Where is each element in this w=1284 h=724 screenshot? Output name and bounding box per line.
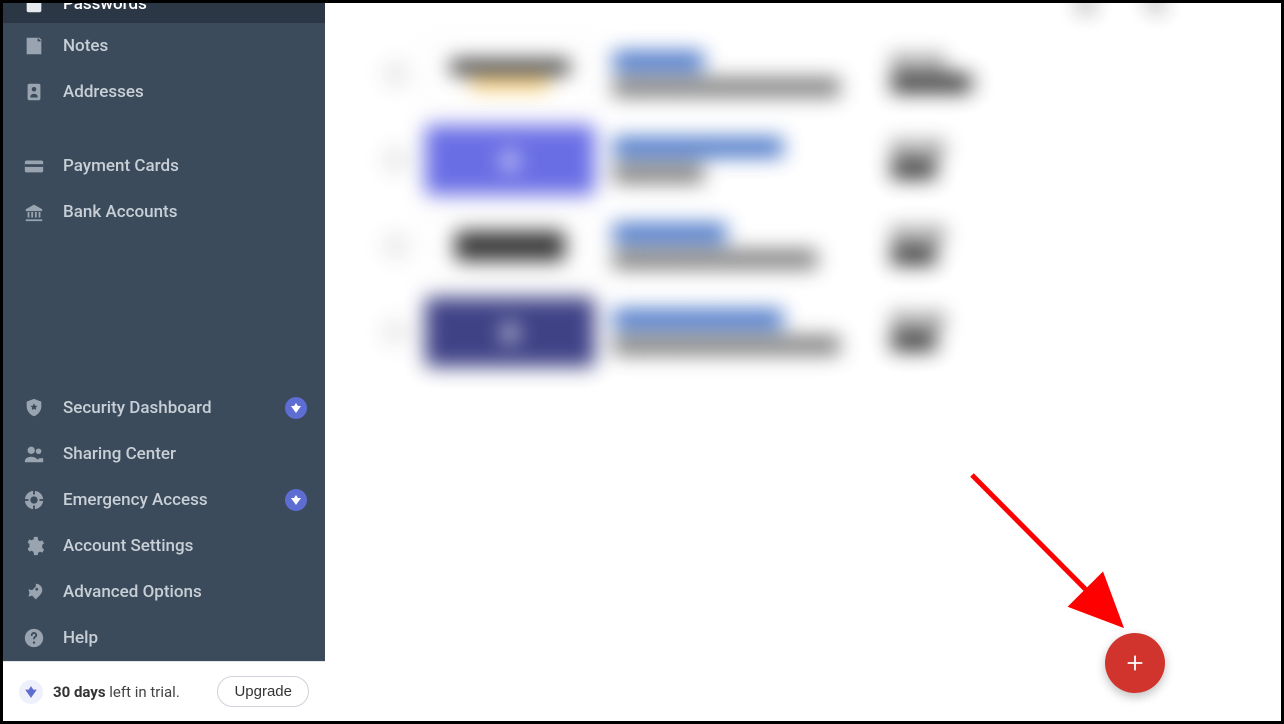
sidebar-item-payment-cards[interactable]: Payment Cards bbox=[3, 143, 325, 189]
premium-badge-icon bbox=[285, 489, 307, 511]
shield-icon bbox=[21, 395, 47, 421]
gear-icon bbox=[21, 533, 47, 559]
sidebar-item-addresses[interactable]: Addresses bbox=[3, 69, 325, 115]
sidebar-item-advanced-options[interactable]: Advanced Options bbox=[3, 569, 325, 615]
sidebar-item-help[interactable]: Help bbox=[3, 615, 325, 661]
sidebar-top-group: Passwords Notes Addresses Payment Card bbox=[3, 3, 325, 235]
help-icon bbox=[21, 625, 47, 651]
diamond-icon bbox=[19, 680, 43, 704]
sidebar-item-label: Passwords bbox=[63, 0, 307, 14]
add-item-fab[interactable] bbox=[1105, 633, 1165, 693]
sidebar-item-bank-accounts[interactable]: Bank Accounts bbox=[3, 189, 325, 235]
sidebar-item-sharing-center[interactable]: Sharing Center bbox=[3, 431, 325, 477]
sidebar-item-label: Security Dashboard bbox=[63, 398, 269, 418]
trial-text: 30 days left in trial. bbox=[53, 683, 180, 701]
main-content: ████████████████████████████ ███ ███████… bbox=[325, 3, 1281, 721]
trial-rest: left in trial. bbox=[106, 683, 180, 701]
annotation-arrow bbox=[957, 463, 1147, 643]
trial-footer: 30 days left in trial. Upgrade bbox=[3, 661, 325, 721]
sidebar-item-label: Advanced Options bbox=[63, 582, 307, 602]
search-icon bbox=[1145, 3, 1175, 23]
sidebar-item-label: Addresses bbox=[63, 82, 307, 102]
sidebar: Passwords Notes Addresses Payment Card bbox=[3, 3, 325, 721]
upgrade-button[interactable]: Upgrade bbox=[217, 676, 309, 707]
sidebar-item-notes[interactable]: Notes bbox=[3, 23, 325, 69]
sidebar-item-emergency-access[interactable]: Emergency Access bbox=[3, 477, 325, 523]
people-icon bbox=[21, 441, 47, 467]
sidebar-spacer bbox=[3, 235, 325, 385]
lock-icon bbox=[21, 0, 47, 17]
sidebar-item-passwords[interactable]: Passwords bbox=[3, 0, 325, 23]
lifering-icon bbox=[21, 487, 47, 513]
category-icon bbox=[1075, 3, 1105, 23]
trial-days: 30 days bbox=[53, 683, 106, 701]
note-icon bbox=[21, 33, 47, 59]
sidebar-item-label: Emergency Access bbox=[63, 490, 269, 510]
sidebar-item-security-dashboard[interactable]: Security Dashboard bbox=[3, 385, 325, 431]
sidebar-bottom-group: Security Dashboard Sharing Center Emerge… bbox=[3, 385, 325, 661]
premium-badge-icon bbox=[285, 397, 307, 419]
rocket-icon bbox=[21, 579, 47, 605]
app-window: Passwords Notes Addresses Payment Card bbox=[0, 0, 1284, 724]
sidebar-item-label: Bank Accounts bbox=[63, 202, 307, 222]
sidebar-item-label: Help bbox=[63, 628, 307, 648]
sidebar-item-label: Notes bbox=[63, 36, 307, 56]
plus-icon bbox=[1124, 652, 1146, 674]
bank-icon bbox=[21, 199, 47, 225]
blurred-password-list: ████████████████████████████ ███ ███████… bbox=[385, 3, 1215, 375]
address-icon bbox=[21, 79, 47, 105]
sidebar-item-label: Account Settings bbox=[63, 536, 307, 556]
sidebar-item-label: Sharing Center bbox=[63, 444, 307, 464]
card-icon bbox=[21, 153, 47, 179]
sidebar-item-account-settings[interactable]: Account Settings bbox=[3, 523, 325, 569]
sidebar-item-label: Payment Cards bbox=[63, 156, 307, 176]
